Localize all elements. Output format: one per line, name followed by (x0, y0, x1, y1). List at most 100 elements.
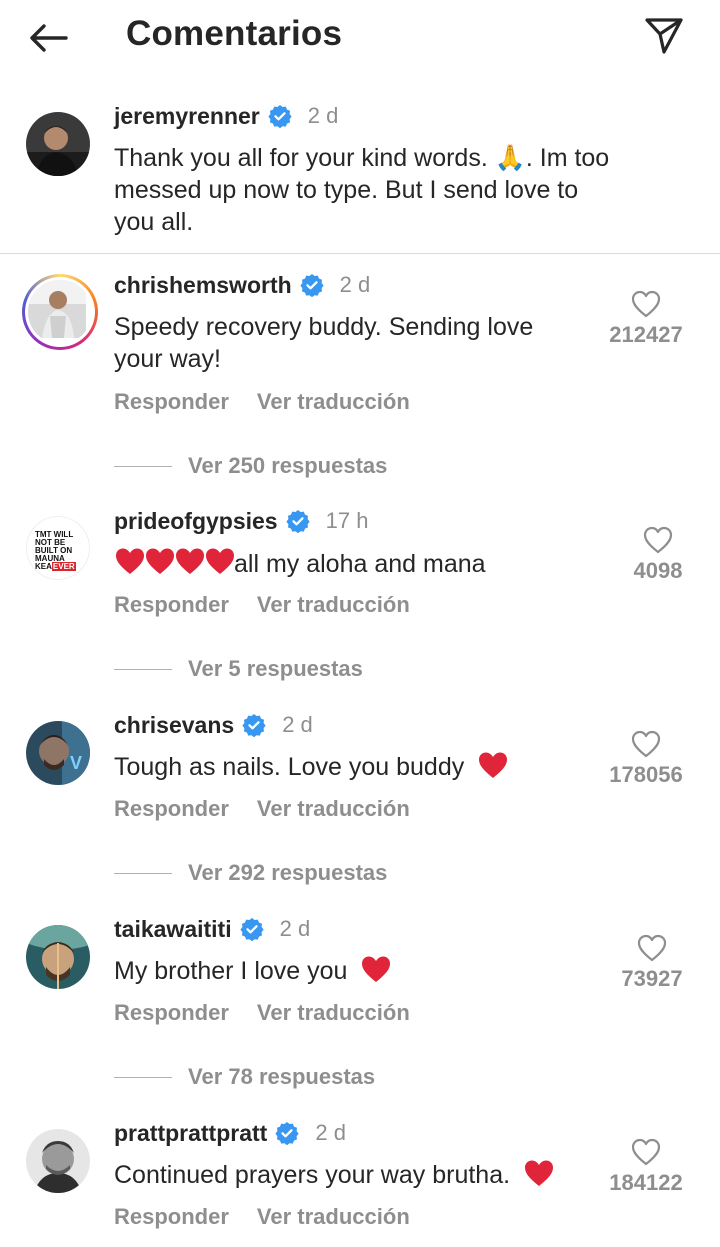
view-replies-label: Ver 5 respuestas (188, 656, 363, 681)
comment-meta: chrisevans 2 d (114, 710, 313, 740)
username[interactable]: taikawaititi (114, 916, 232, 943)
see-translation-button[interactable]: Ver traducción (257, 1000, 410, 1026)
like-control: 184122 (596, 1138, 696, 1196)
avatar-logo: TMT WILL NOT BE BUILT ON MAUNA KEAEVER (35, 531, 76, 571)
timestamp: 2 d (307, 103, 339, 128)
paper-plane-icon (645, 18, 683, 54)
avatar-photo (28, 280, 86, 338)
heart-outline-icon[interactable] (631, 1138, 661, 1166)
text-line: messed up now to type. But I send love t… (114, 176, 579, 204)
like-control: 73927 (602, 934, 702, 992)
timestamp: 2 d (315, 1120, 346, 1145)
avatar[interactable] (22, 274, 98, 350)
replies-divider (114, 465, 172, 467)
reply-button[interactable]: Responder (114, 1204, 229, 1230)
view-replies-button[interactable]: Ver 5 respuestas (114, 656, 363, 682)
username[interactable]: prideofgypsies (114, 508, 278, 535)
avatar[interactable] (26, 925, 90, 989)
username[interactable]: chrisevans (114, 712, 234, 739)
like-count: 184122 (609, 1170, 683, 1195)
view-replies-label: Ver 250 respuestas (188, 453, 388, 478)
reply-button[interactable]: Responder (114, 1000, 229, 1026)
replies-divider (114, 668, 172, 670)
comment-text: Continued prayers your way brutha. (114, 1159, 555, 1191)
comment-meta: prattprattpratt 2 d (114, 1118, 346, 1148)
verified-badge-icon (300, 274, 324, 297)
comment-actions: Responder Ver traducción (114, 796, 410, 822)
verified-badge-icon (268, 105, 292, 128)
comment-meta: chrishemsworth 2 d (114, 270, 370, 300)
text-line: Thank you all for your kind words. 🙏. Im… (114, 144, 610, 172)
post-caption: jeremyrenner 2 d Thank you all for your … (0, 92, 720, 254)
comment-meta: jeremyrenner 2 d (114, 101, 338, 131)
comment-meta: prideofgypsies 17 h (114, 506, 368, 536)
avatar-photo (26, 112, 90, 176)
heart-outline-icon[interactable] (631, 730, 661, 758)
text-line: all my aloha and mana (234, 550, 486, 578)
avatar-logo-line: EVER (51, 562, 76, 571)
avatar[interactable]: TMT WILL NOT BE BUILT ON MAUNA KEAEVER (26, 516, 90, 580)
reply-button[interactable]: Responder (114, 389, 229, 415)
username[interactable]: prattprattpratt (114, 1120, 267, 1147)
text-line: Tough as nails. Love you buddy (114, 753, 465, 781)
reply-button[interactable]: Responder (114, 796, 229, 822)
like-control: 4098 (608, 526, 708, 584)
comment-text: My brother I love you (114, 955, 392, 987)
timestamp: 2 d (279, 916, 311, 941)
share-button[interactable] (640, 14, 688, 58)
like-count: 178056 (609, 762, 683, 787)
like-count: 212427 (609, 322, 683, 347)
comment-actions: Responder Ver traducción (114, 1204, 410, 1230)
avatar-photo (26, 1129, 90, 1193)
see-translation-button[interactable]: Ver traducción (257, 592, 410, 618)
red-heart-emoji-icon (146, 548, 174, 574)
view-replies-label: Ver 78 respuestas (188, 1064, 376, 1089)
like-count: 4098 (633, 558, 683, 583)
timestamp: 2 d (282, 712, 313, 737)
username[interactable]: jeremyrenner (114, 103, 260, 130)
comment-meta: taikawaititi 2 d (114, 914, 310, 944)
timestamp: 17 h (325, 508, 369, 533)
view-replies-label: Ver 292 respuestas (188, 860, 388, 885)
text-line: you all. (114, 208, 194, 236)
avatar[interactable] (26, 112, 90, 176)
heart-outline-icon[interactable] (643, 526, 673, 554)
back-button[interactable] (26, 16, 70, 60)
comment-text: Tough as nails. Love you buddy (114, 751, 509, 783)
text-line: My brother I love you (114, 957, 348, 985)
username[interactable]: chrishemsworth (114, 272, 292, 299)
verified-badge-icon (242, 714, 266, 737)
heart-outline-icon[interactable] (631, 290, 661, 318)
avatar-photo: V (26, 721, 90, 785)
avatar[interactable] (26, 1129, 90, 1193)
verified-badge-icon (275, 1122, 299, 1145)
page-title: Comentarios (126, 14, 343, 53)
red-heart-emoji-icon (176, 548, 204, 574)
text-line: Speedy recovery buddy. Sending love (114, 313, 534, 341)
like-control: 212427 (596, 290, 696, 348)
see-translation-button[interactable]: Ver traducción (257, 796, 410, 822)
comment-actions: Responder Ver traducción (114, 592, 410, 618)
red-heart-emoji-icon (362, 956, 391, 982)
view-replies-button[interactable]: Ver 78 respuestas (114, 1064, 375, 1090)
replies-divider (114, 1076, 172, 1078)
view-replies-button[interactable]: Ver 250 respuestas (114, 453, 387, 479)
comment-text: Thank you all for your kind words. 🙏. Im… (114, 142, 609, 238)
verified-badge-icon (286, 510, 310, 533)
avatar[interactable]: V (26, 721, 90, 785)
red-heart-emoji-icon (206, 548, 234, 574)
comment-actions: Responder Ver traducción (114, 389, 410, 415)
view-replies-button[interactable]: Ver 292 respuestas (114, 860, 387, 886)
like-control: 178056 (596, 730, 696, 788)
text-line: Continued prayers your way brutha. (114, 1161, 511, 1189)
see-translation-button[interactable]: Ver traducción (257, 1204, 410, 1230)
see-translation-button[interactable]: Ver traducción (257, 389, 410, 415)
comment-text: all my aloha and mana (114, 547, 486, 580)
avatar-photo (26, 925, 90, 989)
reply-button[interactable]: Responder (114, 592, 229, 618)
heart-outline-icon[interactable] (637, 934, 667, 962)
like-count: 73927 (621, 966, 683, 991)
red-heart-emoji-icon (116, 548, 144, 574)
comment-actions: Responder Ver traducción (114, 1000, 410, 1026)
timestamp: 2 d (339, 272, 371, 297)
